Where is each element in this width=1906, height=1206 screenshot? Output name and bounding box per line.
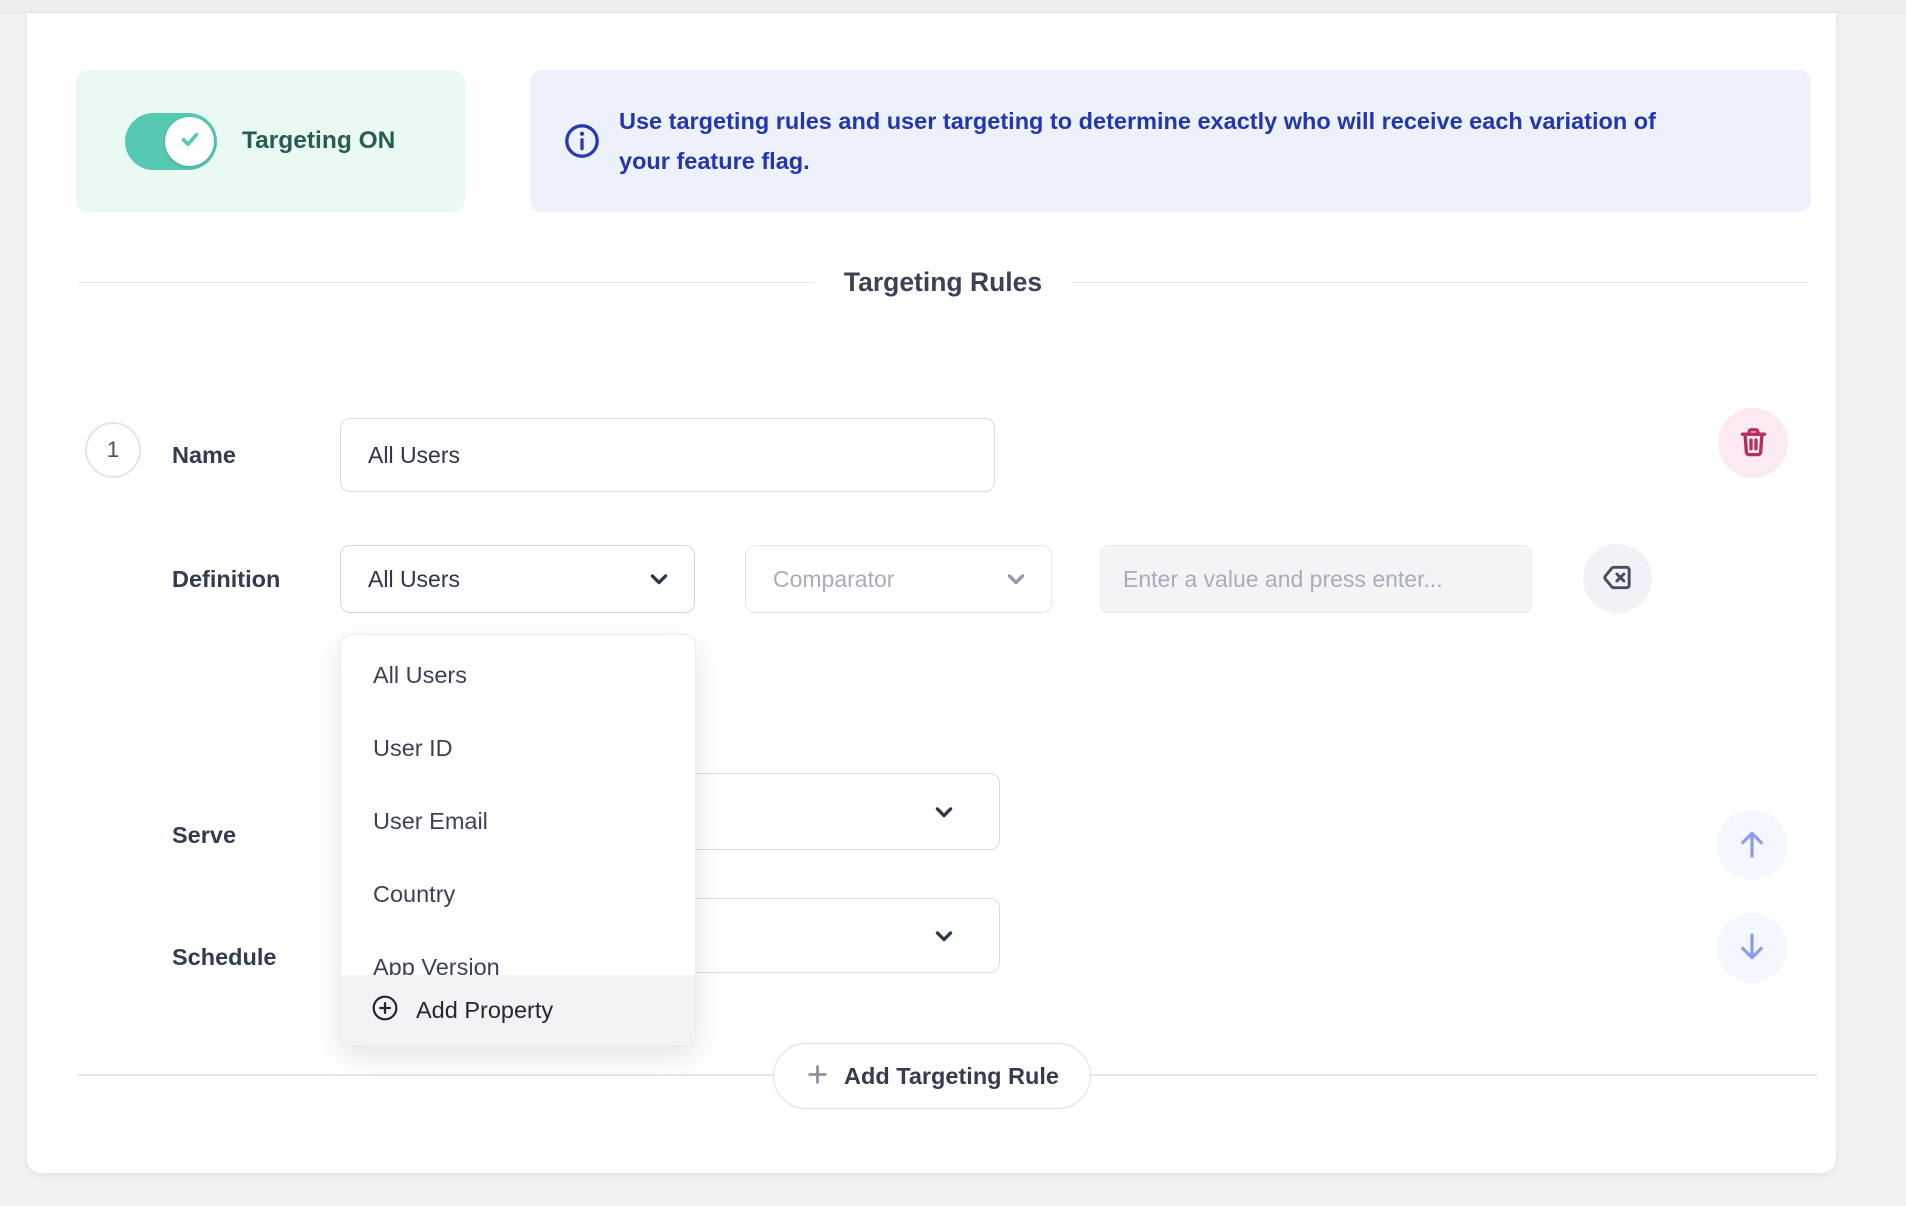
page-background: Targeting ON Use targeting rules and use… — [0, 0, 1906, 1206]
chevron-down-icon — [933, 925, 955, 947]
section-header: Targeting Rules — [78, 260, 1808, 304]
toggle-knob — [165, 117, 214, 166]
comparison-value-input[interactable] — [1100, 545, 1532, 613]
dropdown-option-user-email[interactable]: User Email — [341, 785, 695, 858]
rule-name-input[interactable] — [340, 418, 995, 492]
targeting-toggle[interactable] — [125, 113, 217, 170]
trash-icon — [1736, 424, 1771, 462]
backspace-icon — [1600, 560, 1635, 598]
plus-circle-icon — [371, 994, 399, 1027]
section-title: Targeting Rules — [844, 267, 1042, 298]
comparator-select-placeholder: Comparator — [773, 566, 1005, 593]
add-property-button[interactable]: Add Property — [341, 975, 695, 1045]
info-banner-text: Use targeting rules and user targeting t… — [619, 101, 1694, 181]
clear-definition-button[interactable] — [1583, 544, 1652, 613]
chevron-down-icon — [933, 801, 955, 823]
info-banner: Use targeting rules and user targeting t… — [530, 70, 1811, 212]
dropdown-option-all-users[interactable]: All Users — [341, 639, 695, 712]
chevron-down-icon — [1005, 568, 1027, 590]
move-rule-up-button[interactable] — [1717, 810, 1787, 880]
rule-number-badge: 1 — [85, 422, 141, 478]
schedule-label: Schedule — [172, 920, 276, 994]
serve-label: Serve — [172, 798, 236, 872]
add-property-label: Add Property — [416, 997, 553, 1024]
name-label: Name — [172, 418, 236, 492]
add-targeting-rule-label: Add Targeting Rule — [844, 1063, 1059, 1090]
comparator-select[interactable]: Comparator — [745, 545, 1052, 613]
definition-label: Definition — [172, 545, 280, 613]
dropdown-options-list: All Users User ID User Email Country App… — [341, 635, 695, 1004]
dropdown-option-user-id[interactable]: User ID — [341, 712, 695, 785]
definition-select-value: All Users — [368, 566, 648, 593]
targeting-toggle-container: Targeting ON — [76, 70, 465, 212]
plus-icon — [805, 1062, 830, 1090]
definition-select[interactable]: All Users — [340, 545, 695, 613]
arrow-up-icon — [1735, 827, 1769, 864]
info-icon — [563, 122, 601, 160]
arrow-down-icon — [1735, 930, 1769, 967]
divider-line-left — [78, 282, 814, 283]
top-edge-strip — [0, 0, 1906, 13]
definition-dropdown-menu: All Users User ID User Email Country App… — [340, 634, 696, 1046]
divider-line-right — [1072, 282, 1808, 283]
move-rule-down-button[interactable] — [1717, 913, 1787, 983]
check-icon — [177, 126, 203, 157]
add-targeting-rule-button[interactable]: Add Targeting Rule — [773, 1043, 1091, 1109]
targeting-toggle-label: Targeting ON — [242, 127, 395, 155]
chevron-down-icon — [648, 568, 670, 590]
delete-rule-button[interactable] — [1718, 408, 1788, 478]
dropdown-option-country[interactable]: Country — [341, 858, 695, 931]
targeting-card: Targeting ON Use targeting rules and use… — [27, 13, 1836, 1173]
